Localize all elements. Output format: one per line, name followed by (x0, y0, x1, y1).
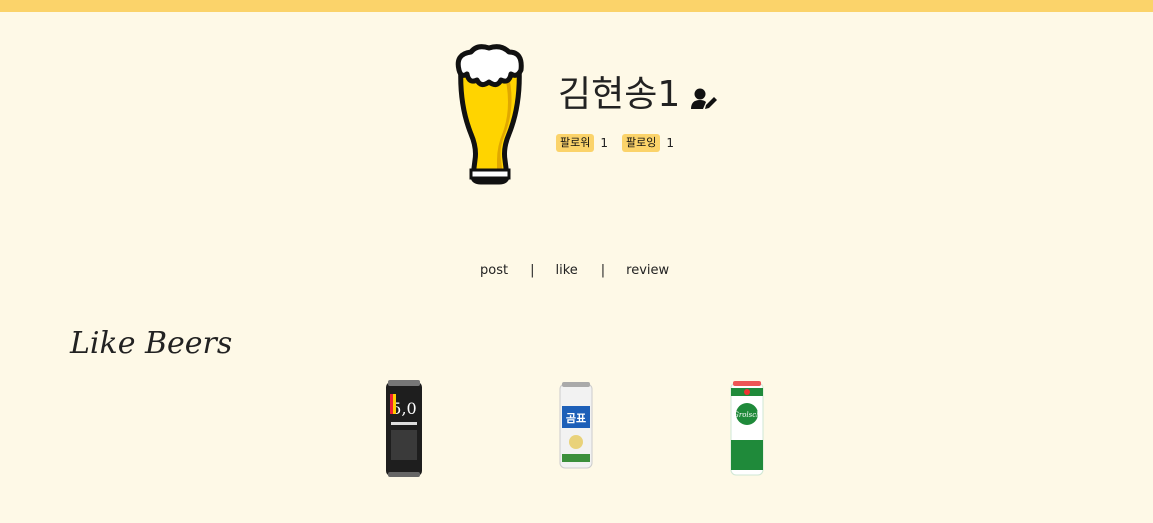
tab-separator: | (530, 263, 535, 278)
beer-glass-icon (455, 44, 524, 185)
profile-tabs: post | like | review (480, 262, 669, 280)
section-title: Like Beers (70, 326, 233, 361)
can-label-text: 곰표 (566, 412, 586, 425)
tab-post[interactable]: post (480, 262, 508, 280)
follower-badge[interactable]: 팔로워 (556, 134, 595, 152)
follow-stats: 팔로워 1 팔로잉 1 (556, 134, 688, 152)
beer-can-image[interactable]: 곰표 (557, 378, 595, 472)
beer-can-image[interactable]: 5,0 (384, 378, 424, 480)
top-accent-bar (0, 0, 1153, 12)
beer-can-image[interactable]: Grolsch (728, 378, 766, 478)
follower-count: 1 (600, 136, 609, 150)
can-label-text: Grolsch (733, 411, 760, 419)
profile-name: 김현송1 (558, 74, 681, 115)
tab-like[interactable]: like (555, 262, 577, 280)
following-count: 1 (666, 136, 675, 150)
tab-separator: | (600, 263, 606, 278)
following-badge[interactable]: 팔로잉 (622, 134, 661, 152)
user-edit-icon[interactable] (691, 87, 719, 111)
tab-review[interactable]: review (626, 262, 669, 280)
